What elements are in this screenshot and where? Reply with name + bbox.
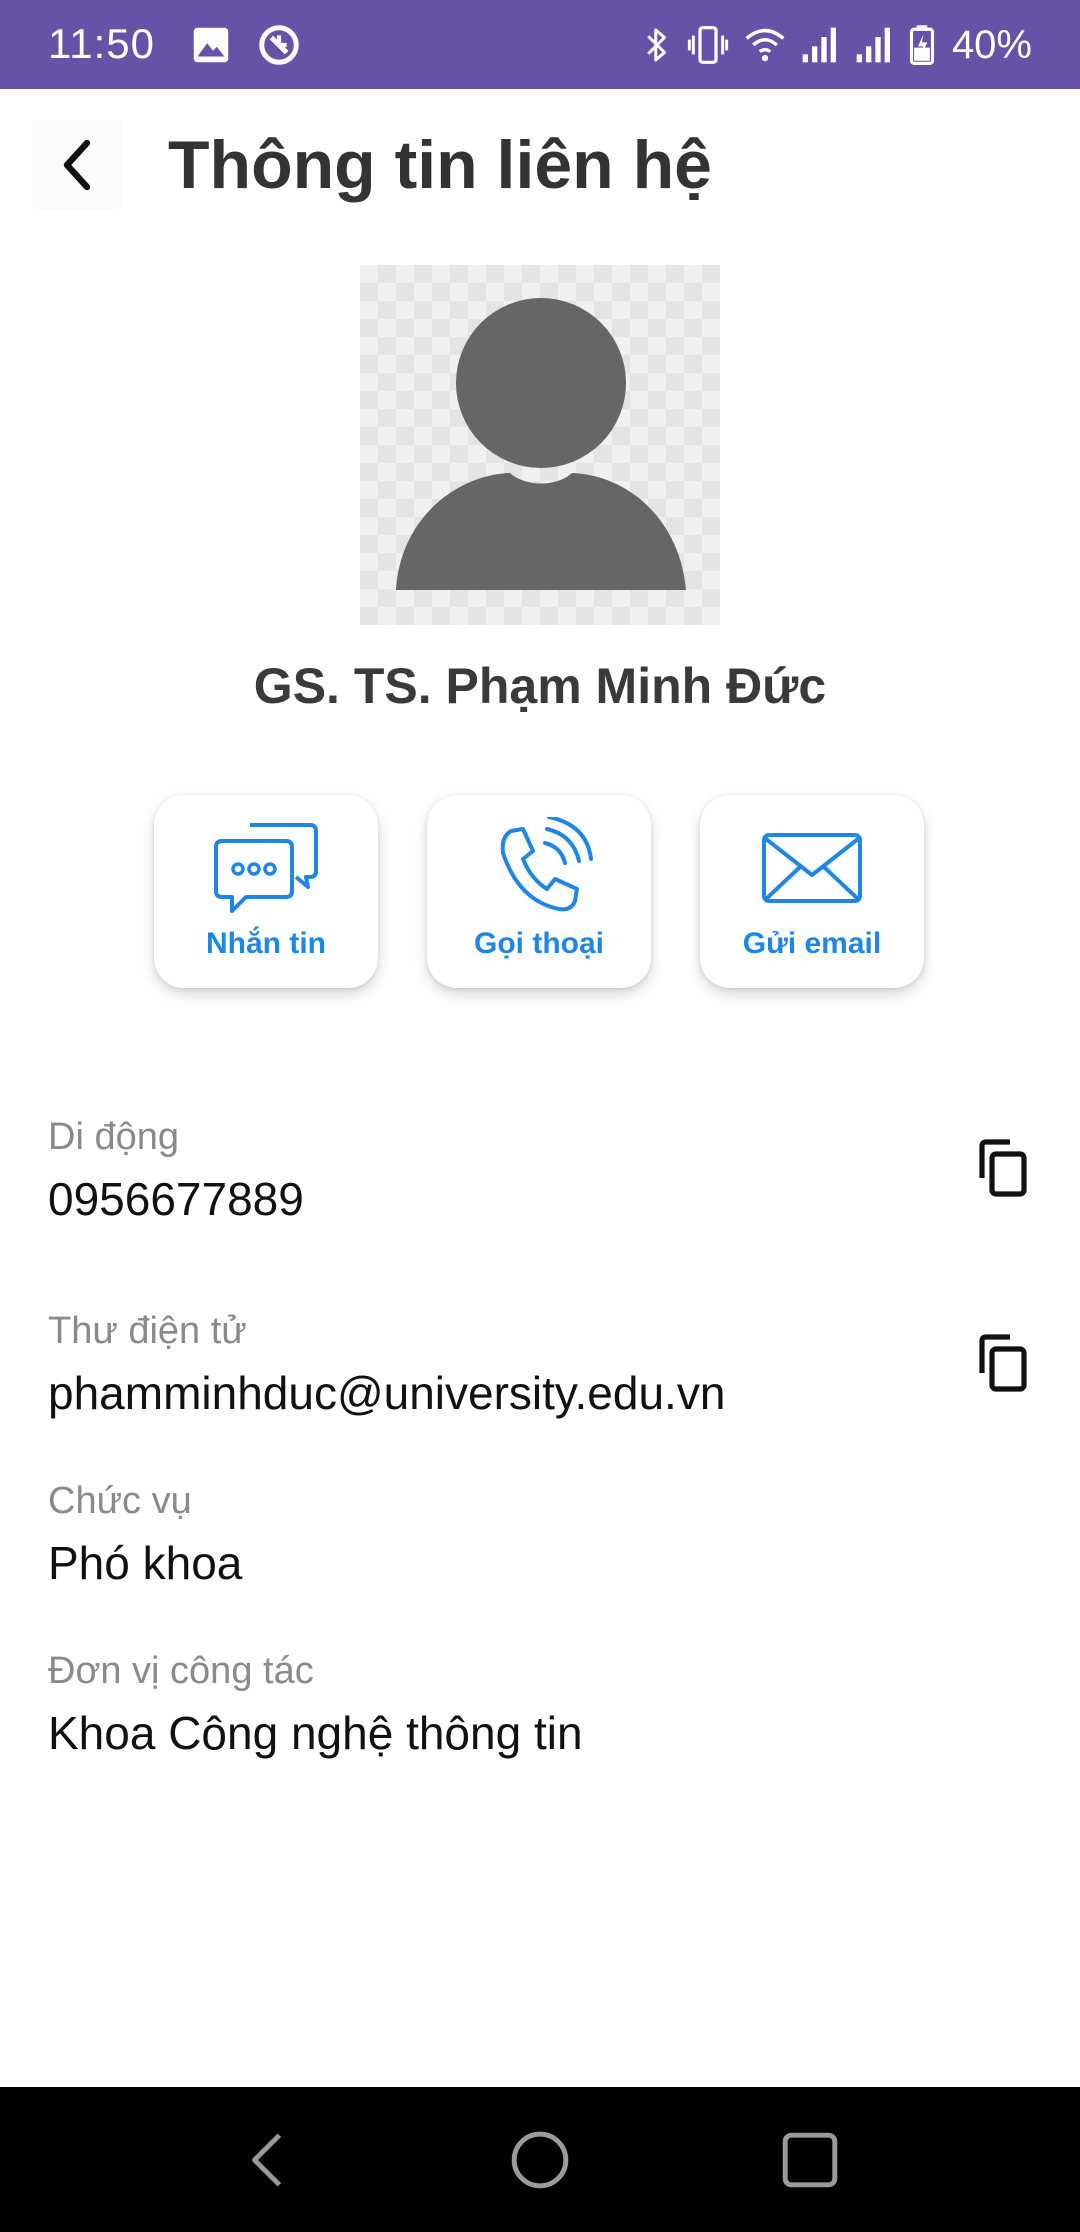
contact-name: GS. TS. Phạm Minh Đức <box>253 658 827 714</box>
call-button[interactable]: Gọi thoại <box>427 795 651 988</box>
status-right-icons: 40% <box>642 18 1032 72</box>
battery-percent: 40% <box>951 22 1032 67</box>
bluetooth-icon <box>647 28 666 62</box>
gallery-icon <box>193 27 229 63</box>
signal-icon <box>802 27 836 63</box>
workplace-label: Đơn vị công tác <box>48 1650 314 1692</box>
email-button[interactable]: Gửi email <box>700 795 924 988</box>
status-bar: 11:50 40% <box>0 0 1080 89</box>
navigation-bar <box>0 2087 1080 2232</box>
person-placeholder-icon <box>396 298 686 590</box>
avatar <box>360 265 720 625</box>
chat-bubbles-icon <box>214 823 318 913</box>
phone-call-icon <box>500 817 593 912</box>
battery-icon <box>909 25 935 65</box>
back-button[interactable] <box>32 120 122 210</box>
email-label: Thư điện tử <box>48 1310 247 1352</box>
data-saver-icon <box>259 25 299 65</box>
nav-home-icon[interactable] <box>509 2129 571 2191</box>
mobile-label: Di động <box>48 1116 179 1158</box>
call-button-label: Gọi thoại <box>474 927 604 960</box>
wifi-icon <box>745 28 785 62</box>
email-button-label: Gửi email <box>742 927 882 960</box>
position-label: Chức vụ <box>48 1480 192 1522</box>
mobile-value: 0956677889 <box>48 1173 304 1225</box>
nav-recents-icon[interactable] <box>779 2129 841 2191</box>
vibrate-icon <box>687 26 729 64</box>
copy-icon <box>979 1139 1027 1197</box>
message-button[interactable]: Nhắn tin <box>154 795 378 988</box>
chevron-left-icon <box>63 139 91 191</box>
nav-back-icon[interactable] <box>238 2129 300 2191</box>
status-time: 11:50 <box>48 20 155 67</box>
signal-icon <box>856 27 890 63</box>
page-title: Thông tin liên hệ <box>168 127 712 203</box>
workplace-value: Khoa Công nghệ thông tin <box>48 1707 583 1759</box>
message-button-label: Nhắn tin <box>206 927 326 960</box>
copy-email-button[interactable] <box>974 1333 1030 1393</box>
envelope-icon <box>762 833 862 903</box>
copy-icon <box>979 1334 1027 1392</box>
position-value: Phó khoa <box>48 1537 243 1589</box>
copy-mobile-button[interactable] <box>974 1138 1030 1198</box>
email-value: phamminhduc@university.edu.vn <box>48 1367 726 1419</box>
